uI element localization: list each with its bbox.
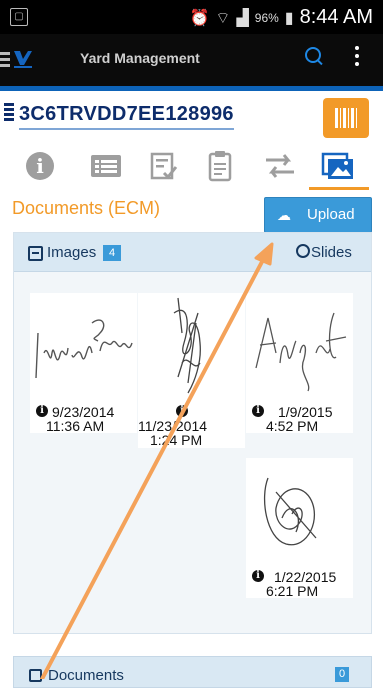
- barcode-icon: [335, 108, 357, 128]
- image-time: 11:36 AM: [46, 418, 105, 434]
- info-icon[interactable]: i: [176, 405, 188, 417]
- images-icon: [321, 152, 353, 179]
- active-tab-indicator: [309, 187, 369, 190]
- alarm-icon: ⏰: [189, 9, 210, 27]
- image-time: 4:52 PM: [266, 418, 319, 434]
- image-meta: i 1/9/2015 4:52 PM: [252, 405, 333, 433]
- signature-image: [173, 297, 201, 394]
- info-icon[interactable]: i: [36, 405, 48, 417]
- slides-button[interactable]: Slides: [296, 244, 352, 261]
- images-count-badge: 4: [103, 245, 121, 261]
- image-thumbnail[interactable]: i 1/9/2015 4:52 PM: [246, 293, 353, 433]
- vin-list-icon: [4, 103, 14, 121]
- info-icon[interactable]: i: [252, 570, 264, 582]
- battery-icon: ▮: [284, 9, 294, 27]
- collapse-icon[interactable]: [29, 669, 42, 682]
- cloud-upload-icon: ☁: [277, 207, 291, 223]
- tab-info[interactable]: i: [22, 148, 58, 184]
- image-meta: i 11/23/2014 1:24 PM: [138, 405, 207, 447]
- image-time: 6:21 PM: [266, 583, 319, 599]
- screenshot-notification-icon: ▢: [10, 8, 28, 26]
- signal-icon: ▟: [236, 9, 249, 27]
- overflow-menu-icon[interactable]: [355, 46, 359, 70]
- clock: 8:44 AM: [299, 6, 373, 28]
- slides-label: Slides: [311, 244, 352, 261]
- menu-icon[interactable]: [0, 52, 10, 70]
- tab-list[interactable]: [88, 148, 124, 184]
- status-bar: ▢ ⏰ ⌔ ▟ 96% ▮ 8:44 AM: [0, 0, 383, 34]
- clipboard-icon: [208, 151, 232, 182]
- info-icon: i: [26, 152, 54, 180]
- images-label: Images: [47, 244, 97, 261]
- image-thumbnail[interactable]: i 11/23/2014 1:24 PM: [138, 293, 245, 448]
- documents-panel-header[interactable]: Documents 0: [13, 656, 372, 688]
- transfer-icon: [266, 154, 294, 178]
- wifi-icon: ⌔: [215, 9, 231, 27]
- search-icon[interactable]: [305, 47, 321, 63]
- images-panel-header[interactable]: Images 4 Slides: [14, 233, 371, 272]
- tab-bar: i: [0, 148, 383, 190]
- battery-percent: 96%: [254, 10, 279, 25]
- image-thumbnail[interactable]: i 9/23/2014 11:36 AM: [30, 293, 137, 433]
- tab-clipboard[interactable]: [202, 148, 238, 184]
- tab-transfer[interactable]: [262, 148, 298, 184]
- list-icon: [91, 155, 121, 177]
- upload-button[interactable]: ☁ Upload: [264, 197, 372, 233]
- image-thumbnail[interactable]: i 1/22/2015 6:21 PM: [246, 458, 353, 598]
- play-icon: [296, 244, 310, 259]
- signature-image: [263, 477, 317, 546]
- image-meta: i 9/23/2014 11:36 AM: [36, 405, 114, 433]
- app-title: Yard Management: [80, 50, 200, 66]
- image-time: 1:24 PM: [150, 432, 203, 448]
- tab-images[interactable]: [320, 148, 356, 184]
- collapse-icon[interactable]: [28, 246, 43, 261]
- documents-count-badge: 0: [335, 667, 349, 682]
- image-meta: i 1/22/2015 6:21 PM: [252, 570, 336, 598]
- barcode-scan-button[interactable]: [323, 98, 369, 138]
- checklist-icon: [150, 152, 178, 180]
- upload-label: Upload: [307, 206, 355, 223]
- info-icon[interactable]: i: [252, 405, 264, 417]
- documents-label: Documents: [48, 667, 124, 684]
- signature-image: [255, 312, 347, 392]
- app-bar: Yard Management: [0, 34, 383, 86]
- tab-checklist[interactable]: [146, 148, 182, 184]
- vin-number: 3C6TRVDD7EE128996: [19, 103, 234, 130]
- section-title: Documents (ECM): [12, 198, 161, 218]
- signature-image: [35, 319, 133, 379]
- images-panel: Images 4 Slides i 9/23/2014 11:36 AM i 11…: [13, 232, 372, 634]
- status-icons: ⏰ ⌔ ▟ 96% ▮ 8:44 AM: [189, 6, 373, 29]
- app-logo: [14, 51, 32, 68]
